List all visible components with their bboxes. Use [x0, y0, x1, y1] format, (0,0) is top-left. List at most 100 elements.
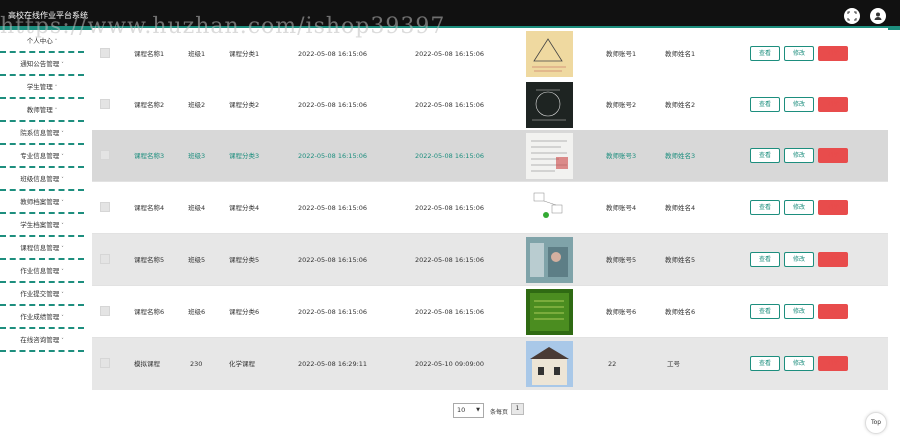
cell-start: 2022-05-08 16:15:06: [298, 50, 368, 58]
sidebar-item[interactable]: 作业成绩管理 ˅: [0, 306, 84, 329]
sidebar-item[interactable]: 教师档案管理 ˅: [0, 191, 84, 214]
delete-button[interactable]: 删除: [818, 148, 848, 163]
sidebar-item-label: 专业信息管理: [20, 152, 60, 160]
view-button[interactable]: 查看: [750, 46, 780, 61]
chevron-down-icon: ˅: [61, 200, 64, 206]
row-checkbox[interactable]: [100, 150, 110, 160]
chevron-down-icon: ˅: [61, 292, 64, 298]
cell-teacher-no: 22: [608, 360, 617, 368]
chevron-down-icon: ˅: [61, 177, 64, 183]
row-checkbox[interactable]: [100, 48, 110, 58]
sidebar-item-label: 个人中心: [26, 37, 53, 45]
row-checkbox[interactable]: [100, 254, 110, 264]
sidebar-item[interactable]: 教师管理 ˅: [0, 99, 84, 122]
edit-button[interactable]: 修改: [784, 252, 814, 267]
cell-start: 2022-05-08 16:29:11: [298, 360, 368, 368]
sidebar-item-label: 教师管理: [26, 106, 53, 114]
cell-teacher-name: 教师姓名1: [665, 50, 696, 58]
expand-icon[interactable]: [844, 8, 860, 24]
edit-button[interactable]: 修改: [784, 356, 814, 371]
chevron-down-icon: ˅: [61, 223, 64, 229]
sidebar-item[interactable]: 专业信息管理 ˅: [0, 145, 84, 168]
table-row: 课程名称1 班级1 课程分类1 2022-05-08 16:15:06 2022-05-…: [92, 28, 888, 80]
user-icon[interactable]: [870, 8, 886, 24]
cell-teacher-no: 教师账号5: [606, 256, 637, 264]
cell-category: 课程分类6: [229, 308, 260, 316]
sidebar-item[interactable]: 作业提交管理 ˅: [0, 283, 84, 306]
row-checkbox[interactable]: [100, 306, 110, 316]
view-button[interactable]: 查看: [750, 148, 780, 163]
sidebar-item[interactable]: 通知公告管理 ˅: [0, 53, 84, 76]
cell-category: 课程分类3: [229, 152, 260, 160]
sidebar-item[interactable]: 课程信息管理 ˅: [0, 237, 84, 260]
chevron-down-icon: ˅: [54, 39, 58, 45]
cell-teacher-name: 教师姓名2: [665, 101, 696, 109]
cell-name: 课程名称3: [134, 152, 165, 160]
sidebar: 个人中心 ˅ 通知公告管理 ˅ 学生管理 ˅ 教师管理 ˅ 院系信息管理 ˅ 专业信息管理 ˅ 班级信息…: [0, 30, 88, 360]
top-bar: 高校在线作业平台系统: [0, 0, 900, 30]
table-row: 课程名称5 班级5 课程分类5 2022-05-08 16:15:06 2022-05-…: [92, 234, 888, 286]
sidebar-item-label: 作业信息管理: [20, 267, 60, 275]
chevron-down-icon: ˅: [61, 269, 64, 275]
cell-category: 化学课程: [229, 360, 255, 368]
sidebar-item[interactable]: 班级信息管理 ˅: [0, 168, 84, 191]
view-button[interactable]: 查看: [750, 200, 780, 215]
edit-button[interactable]: 修改: [784, 200, 814, 215]
sidebar-item-label: 班级信息管理: [20, 175, 60, 183]
cell-end: 2022-05-08 16:15:06: [415, 308, 485, 316]
cell-teacher-name: 教师姓名6: [665, 308, 696, 316]
row-checkbox[interactable]: [100, 202, 110, 212]
sidebar-item[interactable]: 学生档案管理 ˅: [0, 214, 84, 237]
delete-button[interactable]: 删除: [818, 356, 848, 371]
cell-category: 课程分类2: [229, 101, 260, 109]
edit-button[interactable]: 修改: [784, 304, 814, 319]
cell-teacher-name: 教师姓名5: [665, 256, 696, 264]
edit-button[interactable]: 修改: [784, 148, 814, 163]
page-number-button[interactable]: 1: [511, 403, 524, 415]
sidebar-item-label: 通知公告管理: [20, 60, 60, 68]
view-button[interactable]: 查看: [750, 252, 780, 267]
cell-name: 课程名称2: [134, 101, 165, 109]
delete-button[interactable]: 删除: [818, 304, 848, 319]
sidebar-item[interactable]: 学生管理 ˅: [0, 76, 84, 99]
course-table: 课程名称1 班级1 课程分类1 2022-05-08 16:15:06 2022-05-…: [92, 28, 888, 391]
cell-start: 2022-05-08 16:15:06: [298, 256, 368, 264]
cell-teacher-name: 教师姓名3: [665, 152, 696, 160]
row-checkbox[interactable]: [100, 99, 110, 109]
course-thumbnail: [526, 31, 573, 77]
table-row: 课程名称3 班级3 课程分类3 2022-05-08 16:15:06 2022-05-…: [92, 130, 888, 182]
sidebar-item-label: 在线咨询管理: [20, 336, 60, 344]
edit-button[interactable]: 修改: [784, 97, 814, 112]
sidebar-item[interactable]: 在线咨询管理 ˅: [0, 329, 84, 352]
delete-button[interactable]: 删除: [818, 252, 848, 267]
chevron-down-icon: ˅: [54, 108, 58, 114]
cell-teacher-no: 教师账号3: [606, 152, 637, 160]
cell-end: 2022-05-08 16:15:06: [415, 204, 485, 212]
edit-button[interactable]: 修改: [784, 46, 814, 61]
delete-button[interactable]: 删除: [818, 200, 848, 215]
sidebar-item[interactable]: 院系信息管理 ˅: [0, 122, 84, 145]
cell-teacher-name: 教师姓名4: [665, 204, 696, 212]
cell-class: 班级5: [188, 256, 206, 264]
cell-end: 2022-05-08 16:15:06: [415, 50, 485, 58]
page-size-select[interactable]: 10 ▼: [453, 403, 484, 418]
table-row: 模拟课程 230 化学课程 2022-05-08 16:29:11 2022-05-10…: [92, 338, 888, 390]
row-checkbox[interactable]: [100, 358, 110, 368]
view-button[interactable]: 查看: [750, 356, 780, 371]
cell-name: 模拟课程: [134, 360, 160, 368]
delete-button[interactable]: 删除: [818, 97, 848, 112]
delete-button[interactable]: 删除: [818, 46, 848, 61]
sidebar-item-label: 作业提交管理: [20, 290, 60, 298]
chevron-down-icon: ˅: [61, 131, 64, 137]
course-thumbnail: [526, 341, 573, 387]
cell-teacher-no: 教师账号1: [606, 50, 637, 58]
view-button[interactable]: 查看: [750, 304, 780, 319]
cell-end: 2022-05-08 16:15:06: [415, 256, 485, 264]
back-to-top-button[interactable]: Top: [865, 412, 887, 434]
cell-start: 2022-05-08 16:15:06: [298, 152, 368, 160]
sidebar-item[interactable]: 作业信息管理 ˅: [0, 260, 84, 283]
cell-class: 230: [190, 360, 203, 368]
cell-teacher-no: 教师账号2: [606, 101, 637, 109]
sidebar-item[interactable]: 个人中心 ˅: [0, 30, 84, 53]
view-button[interactable]: 查看: [750, 97, 780, 112]
